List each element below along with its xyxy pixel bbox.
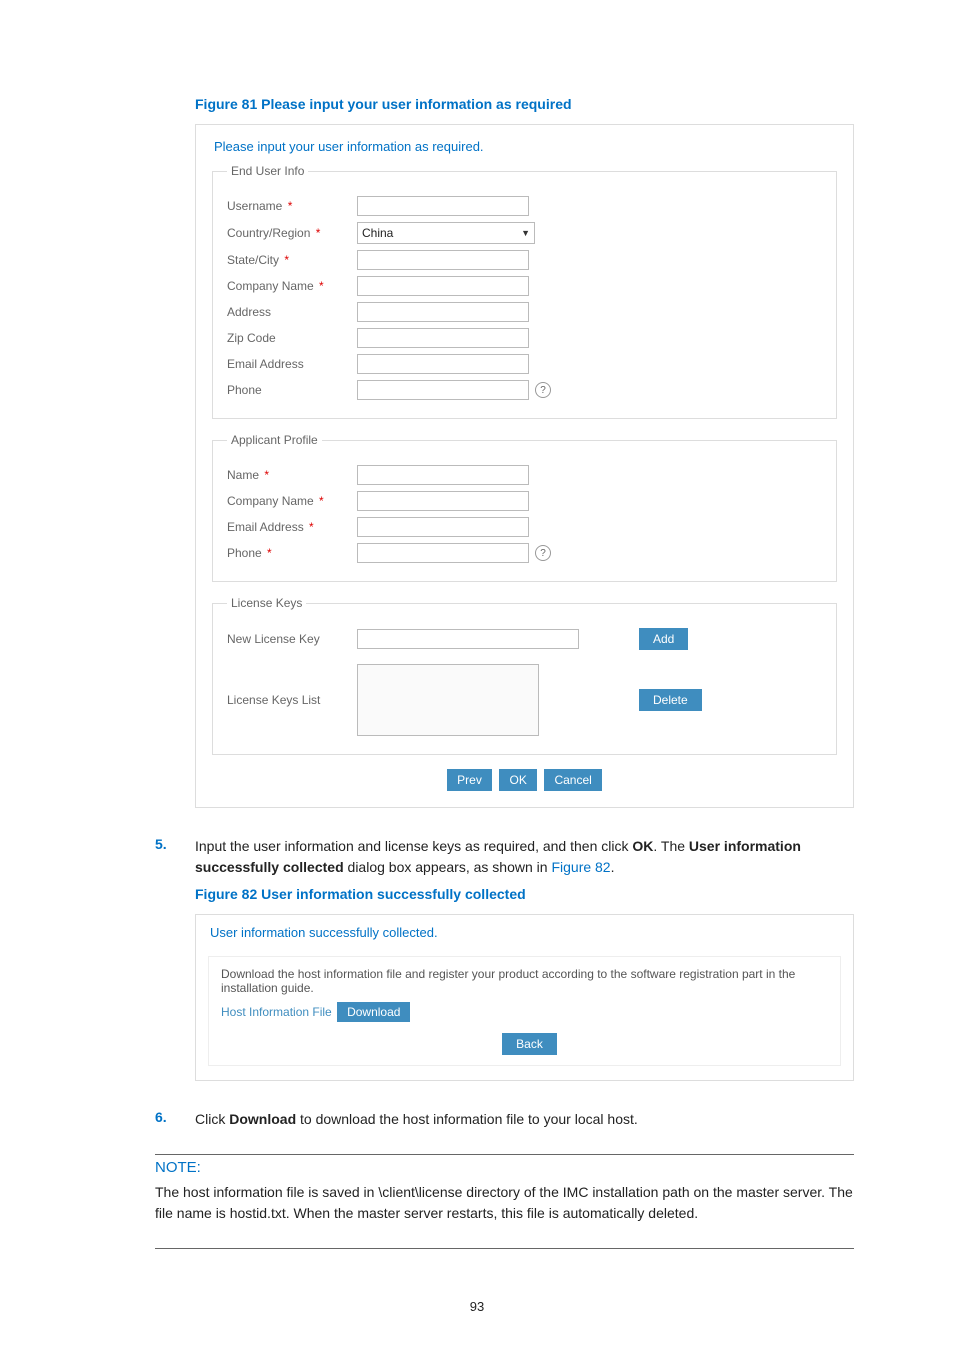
license-list-label: License Keys List bbox=[227, 693, 357, 707]
state-label: State/City * bbox=[227, 253, 357, 267]
prev-button[interactable]: Prev bbox=[447, 769, 492, 791]
help-icon[interactable]: ? bbox=[535, 382, 551, 398]
ok-button[interactable]: OK bbox=[499, 769, 536, 791]
username-label: Username * bbox=[227, 199, 357, 213]
figure-81-title: Figure 81 Please input your user informa… bbox=[195, 96, 854, 112]
end-user-info-fieldset: End User Info Username * Country/Region … bbox=[212, 164, 837, 419]
phone-input[interactable] bbox=[357, 380, 529, 400]
email-label: Email Address bbox=[227, 357, 357, 371]
download-button[interactable]: Download bbox=[337, 1002, 410, 1022]
step-5-number: 5. bbox=[155, 836, 195, 878]
applicant-profile-legend: Applicant Profile bbox=[227, 433, 322, 447]
license-list[interactable] bbox=[357, 664, 539, 736]
new-license-label: New License Key bbox=[227, 632, 357, 646]
zip-label: Zip Code bbox=[227, 331, 357, 345]
email-input[interactable] bbox=[357, 354, 529, 374]
username-input[interactable] bbox=[357, 196, 529, 216]
ap-name-label: Name * bbox=[227, 468, 357, 482]
divider bbox=[155, 1248, 854, 1249]
panel2-body-text: Download the host information file and r… bbox=[221, 967, 828, 995]
delete-button[interactable]: Delete bbox=[639, 689, 702, 711]
country-label: Country/Region * bbox=[227, 226, 357, 240]
step-6: 6. Click Download to download the host i… bbox=[155, 1109, 854, 1130]
company-label: Company Name * bbox=[227, 279, 357, 293]
license-keys-fieldset: License Keys New License Key Add License… bbox=[212, 596, 837, 755]
country-select[interactable]: China ▼ bbox=[357, 222, 535, 244]
cancel-button[interactable]: Cancel bbox=[544, 769, 601, 791]
company-input[interactable] bbox=[357, 276, 529, 296]
user-info-panel: Please input your user information as re… bbox=[195, 124, 854, 808]
end-user-info-legend: End User Info bbox=[227, 164, 308, 178]
state-input[interactable] bbox=[357, 250, 529, 270]
address-label: Address bbox=[227, 305, 357, 319]
note-body: The host information file is saved in \c… bbox=[155, 1182, 854, 1224]
page-number: 93 bbox=[0, 1299, 954, 1314]
help-icon[interactable]: ? bbox=[535, 545, 551, 561]
zip-input[interactable] bbox=[357, 328, 529, 348]
note-title: NOTE: bbox=[155, 1159, 854, 1176]
figure-82-title: Figure 82 User information successfully … bbox=[195, 886, 854, 902]
ap-name-input[interactable] bbox=[357, 465, 529, 485]
chevron-down-icon: ▼ bbox=[521, 228, 534, 238]
ap-email-label: Email Address * bbox=[227, 520, 357, 534]
step-6-body: Click Download to download the host info… bbox=[195, 1109, 854, 1130]
divider bbox=[155, 1154, 854, 1155]
phone-label: Phone bbox=[227, 383, 357, 397]
success-panel: User information successfully collected.… bbox=[195, 914, 854, 1081]
ap-email-input[interactable] bbox=[357, 517, 529, 537]
ap-company-label: Company Name * bbox=[227, 494, 357, 508]
country-value: China bbox=[362, 226, 393, 240]
step-5: 5. Input the user information and licens… bbox=[155, 836, 854, 878]
figure-82-link[interactable]: Figure 82 bbox=[551, 859, 610, 875]
add-button[interactable]: Add bbox=[639, 628, 688, 650]
back-button[interactable]: Back bbox=[502, 1033, 557, 1055]
address-input[interactable] bbox=[357, 302, 529, 322]
new-license-input[interactable] bbox=[357, 629, 579, 649]
host-info-label: Host Information File bbox=[221, 1005, 332, 1019]
panel2-body: Download the host information file and r… bbox=[208, 956, 841, 1066]
ap-company-input[interactable] bbox=[357, 491, 529, 511]
step-5-body: Input the user information and license k… bbox=[195, 836, 854, 878]
panel-header: Please input your user information as re… bbox=[212, 137, 837, 164]
ap-phone-input[interactable] bbox=[357, 543, 529, 563]
dialog-button-row: Prev OK Cancel bbox=[212, 769, 837, 791]
step-6-number: 6. bbox=[155, 1109, 195, 1130]
license-keys-legend: License Keys bbox=[227, 596, 306, 610]
panel2-header: User information successfully collected. bbox=[208, 923, 841, 950]
applicant-profile-fieldset: Applicant Profile Name * Company Name * … bbox=[212, 433, 837, 582]
ap-phone-label: Phone * bbox=[227, 546, 357, 560]
